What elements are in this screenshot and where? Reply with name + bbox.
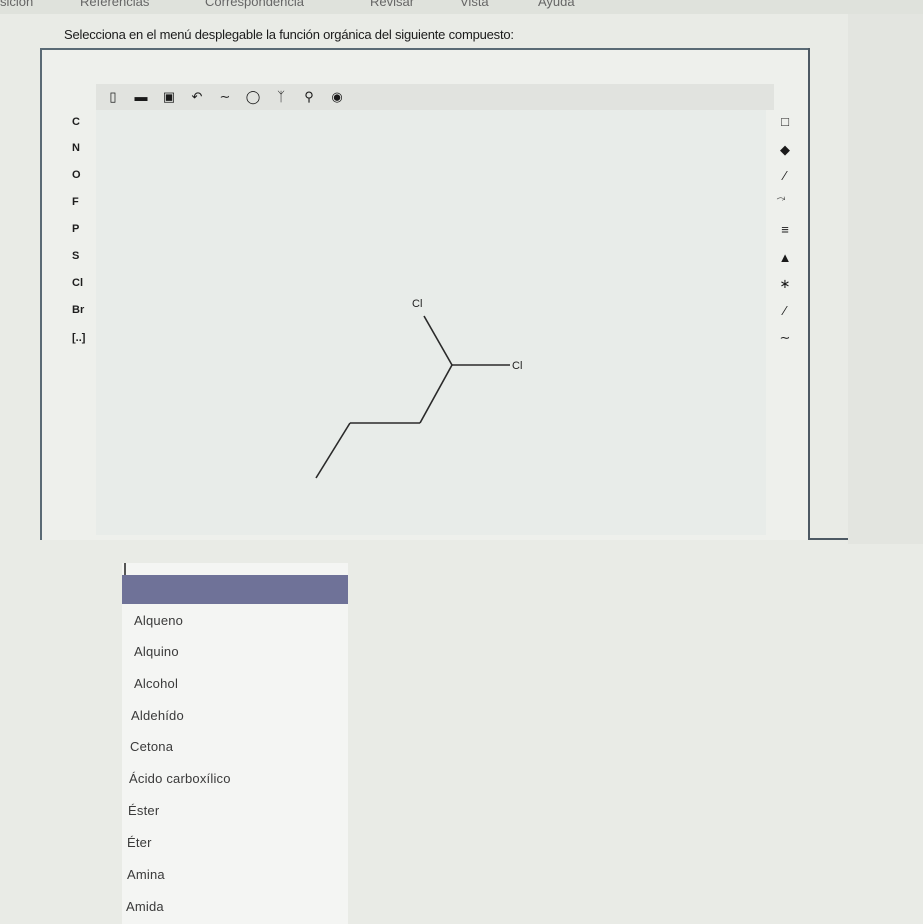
function-dropdown-selected[interactable] bbox=[122, 575, 348, 604]
dropdown-option-amida[interactable]: Amida bbox=[126, 899, 164, 914]
bond bbox=[423, 315, 453, 366]
dropdown-option-alqueno[interactable]: Alqueno bbox=[134, 613, 183, 628]
dropdown-option-cetona[interactable]: Cetona bbox=[130, 739, 173, 754]
dropdown-cursor-line bbox=[124, 563, 126, 575]
chlorine-atom-label[interactable]: Cl bbox=[512, 360, 522, 372]
bond bbox=[419, 364, 453, 424]
dropdown-option-aldehido[interactable]: Aldehído bbox=[131, 708, 184, 723]
dropdown-option-acido-carboxilico[interactable]: Ácido carboxílico bbox=[129, 771, 231, 786]
dropdown-option-eter[interactable]: Éter bbox=[127, 835, 152, 850]
dropdown-option-alquino[interactable]: Alquino bbox=[134, 644, 179, 659]
bond bbox=[315, 422, 351, 479]
dropdown-option-ester[interactable]: Éster bbox=[128, 803, 159, 818]
chlorine-atom-label[interactable]: Cl bbox=[412, 298, 422, 310]
dropdown-option-alcohol[interactable]: Alcohol bbox=[134, 676, 178, 691]
dropdown-option-amina[interactable]: Amina bbox=[127, 867, 165, 882]
